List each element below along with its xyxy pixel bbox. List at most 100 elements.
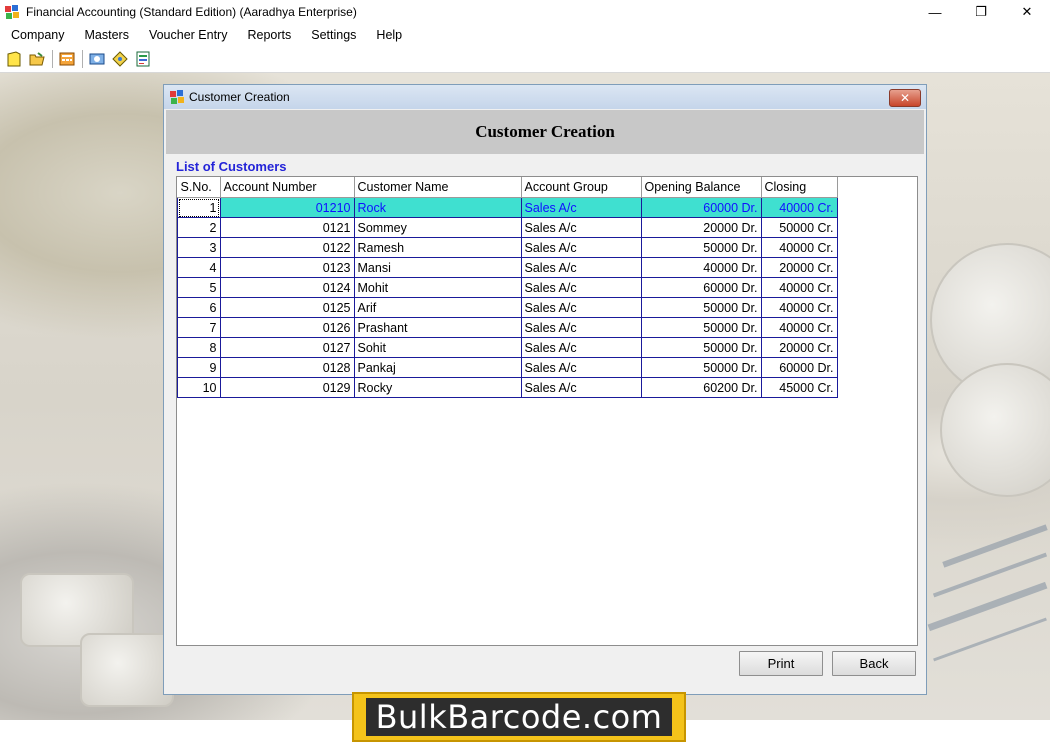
menu-voucher-entry[interactable]: Voucher Entry bbox=[140, 28, 237, 42]
table-row[interactable]: 10 0129 Rocky Sales A/c 60200 Dr. 45000 … bbox=[177, 377, 838, 398]
cell-customer-name[interactable]: Sohit bbox=[354, 337, 522, 358]
cell-sno[interactable]: 9 bbox=[177, 357, 221, 378]
barcode-stripe bbox=[933, 617, 1047, 662]
cell-closing[interactable]: 50000 Cr. bbox=[761, 217, 838, 238]
calculator-icon[interactable] bbox=[58, 50, 76, 68]
cell-account-number[interactable]: 0121 bbox=[220, 217, 355, 238]
minimize-button[interactable]: — bbox=[912, 0, 958, 24]
column-header-opening-balance[interactable]: Opening Balance bbox=[641, 177, 762, 198]
cell-closing[interactable]: 20000 Cr. bbox=[761, 257, 838, 278]
cell-sno[interactable]: 7 bbox=[177, 317, 221, 338]
table-row[interactable]: 7 0126 Prashant Sales A/c 50000 Dr. 4000… bbox=[177, 317, 838, 338]
close-button[interactable]: ✕ bbox=[1004, 0, 1050, 24]
cell-sno[interactable]: 4 bbox=[177, 257, 221, 278]
table-row[interactable]: 8 0127 Sohit Sales A/c 50000 Dr. 20000 C… bbox=[177, 337, 838, 358]
cell-opening-balance[interactable]: 50000 Dr. bbox=[641, 317, 762, 338]
cell-account-group[interactable]: Sales A/c bbox=[521, 297, 642, 318]
cell-customer-name[interactable]: Rock bbox=[354, 197, 522, 218]
maximize-button[interactable]: ❐ bbox=[958, 0, 1004, 24]
cell-account-group[interactable]: Sales A/c bbox=[521, 217, 642, 238]
cell-account-number[interactable]: 0126 bbox=[220, 317, 355, 338]
table-row[interactable]: 4 0123 Mansi Sales A/c 40000 Dr. 20000 C… bbox=[177, 257, 838, 278]
cell-closing[interactable]: 40000 Cr. bbox=[761, 237, 838, 258]
print-button[interactable]: Print bbox=[739, 651, 823, 676]
cell-opening-balance[interactable]: 60000 Dr. bbox=[641, 197, 762, 218]
cell-closing[interactable]: 20000 Cr. bbox=[761, 337, 838, 358]
cell-sno[interactable]: 10 bbox=[177, 377, 221, 398]
table-row[interactable]: 9 0128 Pankaj Sales A/c 50000 Dr. 60000 … bbox=[177, 357, 838, 378]
cell-account-group[interactable]: Sales A/c bbox=[521, 357, 642, 378]
voucher-icon[interactable] bbox=[88, 50, 106, 68]
cell-sno[interactable]: 1 bbox=[177, 197, 221, 218]
cell-sno[interactable]: 6 bbox=[177, 297, 221, 318]
cell-sno[interactable]: 5 bbox=[177, 277, 221, 298]
dialog-app-icon bbox=[169, 89, 185, 105]
cell-account-number[interactable]: 0129 bbox=[220, 377, 355, 398]
cell-opening-balance[interactable]: 20000 Dr. bbox=[641, 217, 762, 238]
cell-customer-name[interactable]: Mohit bbox=[354, 277, 522, 298]
cell-sno[interactable]: 3 bbox=[177, 237, 221, 258]
cell-account-group[interactable]: Sales A/c bbox=[521, 257, 642, 278]
cell-sno[interactable]: 8 bbox=[177, 337, 221, 358]
cell-account-group[interactable]: Sales A/c bbox=[521, 317, 642, 338]
new-document-icon[interactable] bbox=[5, 50, 23, 68]
open-folder-icon[interactable] bbox=[28, 50, 46, 68]
column-header-closing[interactable]: Closing bbox=[761, 177, 838, 198]
column-header-account-group[interactable]: Account Group bbox=[521, 177, 642, 198]
table-row[interactable]: 5 0124 Mohit Sales A/c 60000 Dr. 40000 C… bbox=[177, 277, 838, 298]
customer-grid[interactable]: S.No. Account Number Customer Name Accou… bbox=[176, 176, 918, 646]
cell-account-group[interactable]: Sales A/c bbox=[521, 277, 642, 298]
column-header-account-number[interactable]: Account Number bbox=[220, 177, 355, 198]
cell-account-group[interactable]: Sales A/c bbox=[521, 237, 642, 258]
dialog-close-button[interactable]: ✕ bbox=[889, 89, 921, 107]
cell-customer-name[interactable]: Pankaj bbox=[354, 357, 522, 378]
cell-opening-balance[interactable]: 50000 Dr. bbox=[641, 357, 762, 378]
cell-customer-name[interactable]: Arif bbox=[354, 297, 522, 318]
menu-reports[interactable]: Reports bbox=[238, 28, 300, 42]
table-header-row: S.No. Account Number Customer Name Accou… bbox=[177, 177, 838, 198]
cell-account-number[interactable]: 0127 bbox=[220, 337, 355, 358]
cell-account-number[interactable]: 0128 bbox=[220, 357, 355, 378]
cell-opening-balance[interactable]: 60000 Dr. bbox=[641, 277, 762, 298]
table-row[interactable]: 2 0121 Sommey Sales A/c 20000 Dr. 50000 … bbox=[177, 217, 838, 238]
cell-account-group[interactable]: Sales A/c bbox=[521, 337, 642, 358]
table-row[interactable]: 1 01210 Rock Sales A/c 60000 Dr. 40000 C… bbox=[177, 197, 838, 218]
cell-closing[interactable]: 40000 Cr. bbox=[761, 277, 838, 298]
cell-opening-balance[interactable]: 50000 Dr. bbox=[641, 297, 762, 318]
menu-company[interactable]: Company bbox=[2, 28, 74, 42]
cell-closing[interactable]: 45000 Cr. bbox=[761, 377, 838, 398]
report-icon[interactable] bbox=[134, 50, 152, 68]
cell-closing[interactable]: 60000 Dr. bbox=[761, 357, 838, 378]
cell-opening-balance[interactable]: 60200 Dr. bbox=[641, 377, 762, 398]
cell-account-number[interactable]: 01210 bbox=[220, 197, 355, 218]
back-button[interactable]: Back bbox=[832, 651, 916, 676]
cell-account-group[interactable]: Sales A/c bbox=[521, 197, 642, 218]
diamond-icon[interactable] bbox=[111, 50, 129, 68]
cell-account-group[interactable]: Sales A/c bbox=[521, 377, 642, 398]
cell-account-number[interactable]: 0124 bbox=[220, 277, 355, 298]
menu-masters[interactable]: Masters bbox=[76, 28, 138, 42]
cell-customer-name[interactable]: Mansi bbox=[354, 257, 522, 278]
cell-customer-name[interactable]: Ramesh bbox=[354, 237, 522, 258]
menu-help[interactable]: Help bbox=[367, 28, 411, 42]
cell-opening-balance[interactable]: 50000 Dr. bbox=[641, 337, 762, 358]
table-row[interactable]: 3 0122 Ramesh Sales A/c 50000 Dr. 40000 … bbox=[177, 237, 838, 258]
column-header-customer-name[interactable]: Customer Name bbox=[354, 177, 522, 198]
cell-account-number[interactable]: 0123 bbox=[220, 257, 355, 278]
cell-closing[interactable]: 40000 Cr. bbox=[761, 197, 838, 218]
cell-account-number[interactable]: 0125 bbox=[220, 297, 355, 318]
column-header-sno[interactable]: S.No. bbox=[177, 177, 221, 198]
cell-account-number[interactable]: 0122 bbox=[220, 237, 355, 258]
cell-sno[interactable]: 2 bbox=[177, 217, 221, 238]
menu-settings[interactable]: Settings bbox=[302, 28, 365, 42]
customer-table: S.No. Account Number Customer Name Accou… bbox=[177, 177, 838, 398]
cell-closing[interactable]: 40000 Cr. bbox=[761, 297, 838, 318]
cell-customer-name[interactable]: Prashant bbox=[354, 317, 522, 338]
table-row[interactable]: 6 0125 Arif Sales A/c 50000 Dr. 40000 Cr… bbox=[177, 297, 838, 318]
dialog-title-bar: Customer Creation ✕ bbox=[164, 85, 926, 109]
cell-opening-balance[interactable]: 50000 Dr. bbox=[641, 237, 762, 258]
cell-closing[interactable]: 40000 Cr. bbox=[761, 317, 838, 338]
cell-opening-balance[interactable]: 40000 Dr. bbox=[641, 257, 762, 278]
cell-customer-name[interactable]: Rocky bbox=[354, 377, 522, 398]
cell-customer-name[interactable]: Sommey bbox=[354, 217, 522, 238]
